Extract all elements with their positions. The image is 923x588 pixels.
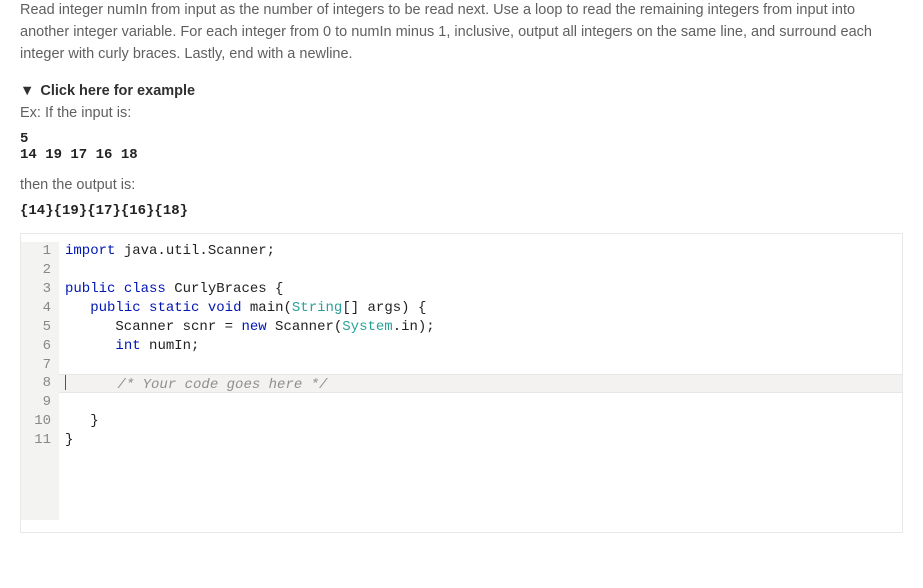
line-number: 8 xyxy=(21,374,51,393)
line-number: 10 xyxy=(21,412,51,431)
line-number: 7 xyxy=(21,356,51,375)
line-number: 4 xyxy=(21,299,51,318)
example-toggle[interactable]: ▼ Click here for example xyxy=(20,83,903,99)
input-block: 5 14 19 17 16 18 xyxy=(20,131,903,163)
code-line[interactable]: } xyxy=(65,412,902,431)
code-line[interactable]: } xyxy=(65,431,902,450)
line-number: 1 xyxy=(21,242,51,261)
output-block: {14}{19}{17}{16}{18} xyxy=(20,203,903,219)
code-line[interactable] xyxy=(65,261,902,280)
code-line[interactable]: public static void main(String[] args) { xyxy=(65,299,902,318)
code-editor[interactable]: 1234567891011 import java.util.Scanner; … xyxy=(20,233,903,533)
code-line[interactable] xyxy=(65,356,902,375)
caret-down-icon: ▼ xyxy=(20,83,34,99)
line-number: 5 xyxy=(21,318,51,337)
line-number: 2 xyxy=(21,261,51,280)
line-number-gutter: 1234567891011 xyxy=(21,242,59,520)
code-line[interactable]: int numIn; xyxy=(65,337,902,356)
code-line[interactable]: public class CurlyBraces { xyxy=(65,280,902,299)
code-line[interactable]: import java.util.Scanner; xyxy=(65,242,902,261)
line-number: 6 xyxy=(21,337,51,356)
text-cursor xyxy=(65,375,66,390)
code-body[interactable]: import java.util.Scanner; public class C… xyxy=(59,242,902,520)
code-line[interactable]: /* Your code goes here */ xyxy=(59,374,902,393)
line-number: 9 xyxy=(21,393,51,412)
line-number: 3 xyxy=(21,280,51,299)
code-line[interactable]: Scanner scnr = new Scanner(System.in); xyxy=(65,318,902,337)
if-input-label: Ex: If the input is: xyxy=(20,105,903,121)
then-output-label: then the output is: xyxy=(20,177,903,193)
problem-description: Read integer numIn from input as the num… xyxy=(20,0,903,65)
line-number: 11 xyxy=(21,431,51,450)
example-toggle-label: Click here for example xyxy=(40,83,195,99)
code-line[interactable] xyxy=(65,393,902,412)
